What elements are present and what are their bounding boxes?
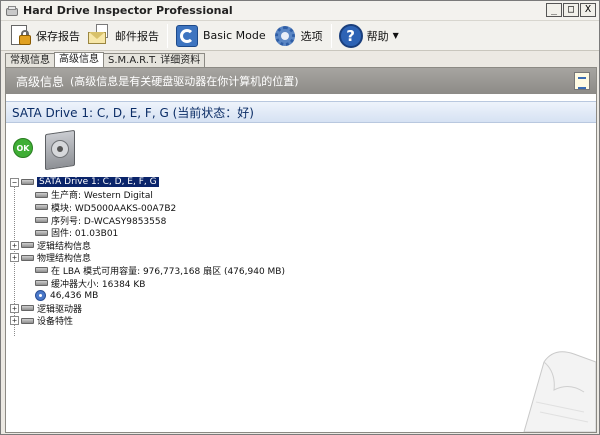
tree-item-label: 序列号: D-WCASY9853558 — [51, 216, 167, 227]
close-button[interactable]: X — [580, 3, 596, 17]
save-report-icon — [7, 23, 33, 49]
tree-root-label[interactable]: SATA Drive 1: C, D, E, F, G — [37, 177, 159, 188]
drive-banner: SATA Drive 1: C, D, E, F, G (当前状态：好) — [6, 101, 596, 123]
basic-mode-label: Basic Mode — [203, 29, 266, 42]
tree-item-label: 逻辑驱动器 — [37, 304, 83, 315]
app-window: Hard Drive Inspector Professional _ □ X … — [0, 0, 600, 435]
advanced-info-panel: 高级信息 (高级信息是有关硬盘驱动器在你计算机的位置) SATA Drive 1… — [5, 67, 597, 433]
tree-item[interactable]: + 逻辑驱动器 — [10, 302, 570, 315]
panel-title: 高级信息 — [16, 74, 65, 89]
tree-item-label: 缓冲器大小: 16384 KB — [51, 279, 146, 290]
mail-report-button[interactable]: 邮件报告 — [84, 22, 163, 50]
minimize-button[interactable]: _ — [546, 3, 562, 17]
help-label: 帮助 — [366, 29, 389, 43]
tree-item[interactable]: 固件: 01.03B01 — [10, 226, 570, 239]
tree-item-label: 设备特性 — [37, 317, 74, 328]
tree-item[interactable]: 序列号: D-WCASY9853558 — [10, 214, 570, 227]
tab-advanced-info[interactable]: 高级信息 — [54, 52, 104, 67]
drive-info-tree: − SATA Drive 1: C, D, E, F, G 生产商: Weste… — [10, 176, 570, 327]
tree-item[interactable]: 模块: WD5000AAKS-00A7B2 — [10, 201, 570, 214]
mail-report-icon — [86, 23, 112, 49]
toolbar: 保存报告 邮件报告 Basic Mode 选项 ? 帮助 ▼ — [1, 21, 599, 51]
tree-item-label: 在 LBA 模式可用容量: 976,773,168 扇区 (476,940 MB… — [51, 266, 285, 277]
toolbar-separator — [167, 23, 168, 48]
help-button[interactable]: ? 帮助 ▼ — [336, 22, 403, 50]
tree-item[interactable]: + 物理结构信息 — [10, 252, 570, 265]
app-drive-icon — [5, 4, 19, 18]
tree-item-label: 生产商: Western Digital — [51, 191, 153, 202]
report-icon[interactable] — [574, 72, 590, 90]
save-report-button[interactable]: 保存报告 — [5, 22, 84, 50]
drive-banner-text: SATA Drive 1: C, D, E, F, G (当前状态：好) — [12, 105, 254, 120]
maximize-button[interactable]: □ — [563, 3, 579, 17]
tree-item[interactable]: + 设备特性 — [10, 315, 570, 328]
refresh-mode-icon — [174, 23, 200, 49]
expand-icon[interactable]: + — [10, 303, 19, 313]
drive-icon — [21, 254, 34, 261]
tree-item[interactable]: 生产商: Western Digital — [10, 189, 570, 202]
options-button[interactable]: 选项 — [270, 22, 327, 50]
tab-general-info[interactable]: 常规信息 — [5, 53, 55, 67]
tab-bar: 常规信息 高级信息 S.M.A.R.T. 详细资料 — [5, 52, 206, 67]
tree-item-label: 物理结构信息 — [37, 254, 92, 265]
basic-mode-button[interactable]: Basic Mode — [172, 22, 270, 50]
page-curl-decoration — [523, 351, 596, 432]
window-title: Hard Drive Inspector Professional — [23, 4, 233, 17]
chevron-down-icon[interactable]: ▼ — [393, 31, 399, 40]
tree-item-label: 逻辑结构信息 — [37, 241, 92, 252]
save-report-label: 保存报告 — [36, 29, 80, 43]
disk-usage-icon — [35, 290, 46, 302]
panel-header: 高级信息 (高级信息是有关硬盘驱动器在你计算机的位置) — [6, 68, 596, 94]
expand-icon[interactable]: + — [10, 253, 19, 263]
drive-icon — [35, 217, 48, 224]
tree-item-label: 46,436 MB — [50, 290, 99, 301]
drive-icon — [21, 317, 34, 324]
drive-icon — [35, 280, 48, 287]
help-icon: ? — [338, 23, 364, 49]
mail-report-label: 邮件报告 — [115, 29, 159, 43]
hard-drive-icon — [43, 128, 81, 171]
tree-item[interactable]: 46,436 MB — [10, 289, 570, 302]
status-ok-badge: OK — [13, 138, 33, 158]
drive-icon — [35, 267, 48, 274]
tree-root[interactable]: − SATA Drive 1: C, D, E, F, G — [10, 176, 570, 189]
gear-icon — [272, 23, 298, 49]
expand-icon[interactable]: + — [10, 240, 19, 250]
toolbar-separator — [330, 23, 332, 48]
tree-item-label: 模块: WD5000AAKS-00A7B2 — [51, 203, 177, 214]
tree-item[interactable]: 在 LBA 模式可用容量: 976,773,168 扇区 (476,940 MB… — [10, 264, 570, 277]
window-controls: _ □ X — [546, 3, 596, 17]
drive-icon — [35, 204, 48, 211]
expand-icon[interactable]: + — [10, 316, 19, 326]
drive-icon — [35, 229, 48, 236]
title-bar: Hard Drive Inspector Professional _ □ X — [1, 1, 599, 21]
drive-icon — [21, 179, 34, 186]
panel-subtitle: (高级信息是有关硬盘驱动器在你计算机的位置) — [70, 75, 299, 88]
collapse-icon[interactable]: − — [10, 177, 19, 187]
drive-icon — [21, 305, 34, 312]
drive-icon — [35, 191, 48, 198]
options-label: 选项 — [300, 29, 323, 43]
tree-item[interactable]: 缓冲器大小: 16384 KB — [10, 277, 570, 290]
tree-item[interactable]: + 逻辑结构信息 — [10, 239, 570, 252]
tree-item-label: 固件: 01.03B01 — [51, 229, 119, 240]
tab-smart-details[interactable]: S.M.A.R.T. 详细资料 — [103, 53, 206, 67]
drive-icon — [21, 242, 34, 249]
